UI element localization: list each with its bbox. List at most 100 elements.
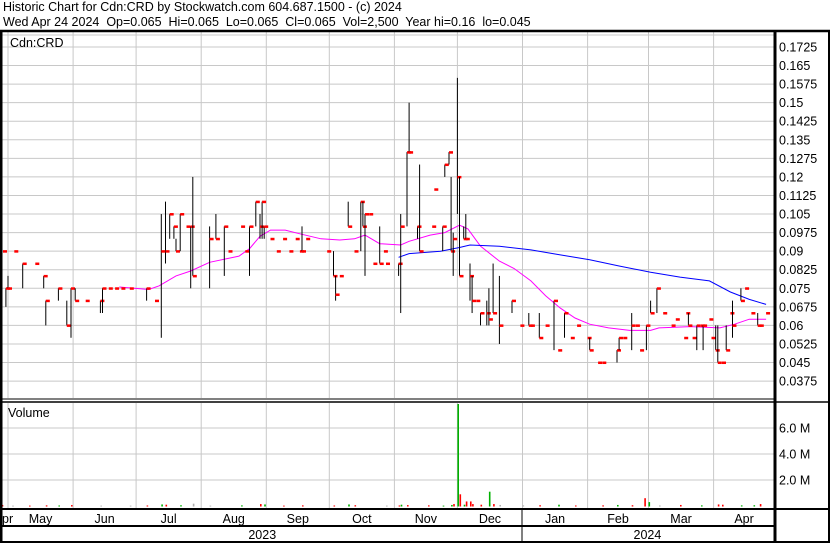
volume-bar: [283, 505, 285, 507]
price-bar-close: [161, 250, 166, 253]
volume-bar: [161, 504, 163, 507]
year-label: 2023: [248, 528, 276, 542]
volume-bar: [717, 504, 720, 507]
price-bar-close: [241, 225, 246, 228]
price-bar-close: [245, 250, 250, 253]
volume-bar: [386, 505, 388, 507]
volume-bar: [29, 505, 31, 507]
volume-bar: [493, 504, 495, 507]
price-bar-close: [722, 361, 726, 365]
price-tick-label: 0.1575: [779, 78, 817, 92]
volume-bar: [617, 504, 619, 507]
volume-bar: [522, 505, 525, 507]
price-bar-close: [306, 237, 311, 241]
price-bar-close: [146, 287, 151, 290]
price-bar-close: [419, 250, 424, 253]
price-bar-close: [577, 324, 582, 327]
volume-bar: [12, 505, 14, 507]
price-bar-close: [75, 299, 80, 303]
price-bar-close: [751, 312, 756, 315]
month-label: Mar: [670, 512, 692, 526]
year-axis: 2023 2024: [248, 528, 661, 542]
price-bar-close: [335, 293, 340, 296]
price-bar-close: [379, 262, 384, 266]
volume-bar: [488, 491, 491, 507]
year-label: 2024: [634, 528, 662, 542]
month-axis: pr May Jun Jul Aug Sep Oct Nov Dec Jan Feb Mar Apr: [2, 512, 754, 526]
month-label: Nov: [415, 512, 438, 526]
price-bar-close: [192, 274, 197, 278]
price-bar-close: [369, 213, 374, 216]
volume-bar: [701, 505, 703, 507]
price-tick-label: 0.12: [779, 170, 803, 184]
volume-bar: [463, 504, 466, 507]
price-bar-close: [671, 324, 676, 327]
month-label: May: [29, 512, 53, 526]
price-bar-close: [186, 225, 191, 228]
volume-bar: [58, 505, 60, 507]
volume-bar: [451, 504, 453, 507]
month-label: Dec: [479, 512, 501, 526]
volume-bar: [100, 505, 102, 507]
price-bar-close: [472, 299, 477, 303]
volume-bar: [354, 505, 357, 507]
volume-bar: [241, 505, 243, 507]
price-bar-close: [646, 324, 651, 327]
volume-bar: [146, 505, 149, 507]
price-bar-close: [400, 225, 405, 228]
price-bar-close: [215, 237, 220, 241]
price-tick-label: 0.045: [779, 356, 810, 370]
price-tick-label: 0.135: [779, 133, 810, 147]
volume-bar: [480, 504, 483, 507]
price-bar-close: [476, 299, 481, 303]
price-bar-close: [289, 250, 294, 253]
month-label: pr: [2, 512, 13, 526]
volume-bar: [680, 504, 682, 507]
price-bar-close: [663, 312, 668, 315]
price-bar-close: [493, 312, 498, 315]
price-tick-label: 0.105: [779, 208, 810, 222]
price-bar-close: [759, 324, 764, 327]
price-bar-close: [224, 225, 229, 228]
price-bar-close: [539, 336, 544, 340]
price-bar-close: [444, 163, 449, 167]
price-bar-close: [459, 274, 464, 278]
price-bar-close: [295, 237, 300, 241]
volume-bar: [499, 504, 501, 507]
price-bar-close: [623, 336, 628, 340]
month-label: Jun: [95, 512, 115, 526]
volume-bar: [400, 504, 403, 507]
price-bar-close: [488, 318, 493, 321]
price-tick-label: 0.0825: [779, 263, 817, 277]
volume-bar: [648, 502, 651, 507]
price-bar-close: [656, 287, 661, 290]
volume-bar: [129, 505, 132, 507]
price-bar-close: [255, 200, 260, 204]
volume-tick-label: 6.0 M: [779, 422, 810, 436]
volume-bar: [470, 501, 472, 507]
price-bar-close: [512, 299, 516, 303]
price-bar-close: [558, 349, 563, 352]
price-bar-close: [711, 336, 716, 340]
price-bar-close: [264, 225, 269, 228]
volume-bar: [45, 505, 48, 507]
volume-bar: [539, 505, 541, 507]
volume-axis: 6.0 M 4.0 M 2.0 M: [779, 422, 810, 488]
price-bar-close: [85, 299, 90, 303]
month-label: Apr: [734, 512, 753, 526]
volume-label: Volume: [8, 406, 50, 420]
price-tick-label: 0.1725: [779, 41, 817, 55]
volume-bar: [398, 505, 401, 507]
volume-bar: [457, 404, 459, 507]
price-bar-close: [115, 287, 120, 290]
price-tick-label: 0.0675: [779, 300, 817, 314]
price-bar-close: [365, 213, 369, 216]
price-tick-label: 0.165: [779, 59, 810, 73]
volume-bar: [465, 501, 468, 507]
price-bar-close: [283, 237, 288, 241]
price-bar-close: [692, 336, 697, 340]
price-bar-close: [635, 324, 640, 327]
volume-tick-label: 4.0 M: [779, 448, 810, 462]
volume-bar: [472, 504, 474, 507]
price-bar-close: [173, 225, 178, 228]
